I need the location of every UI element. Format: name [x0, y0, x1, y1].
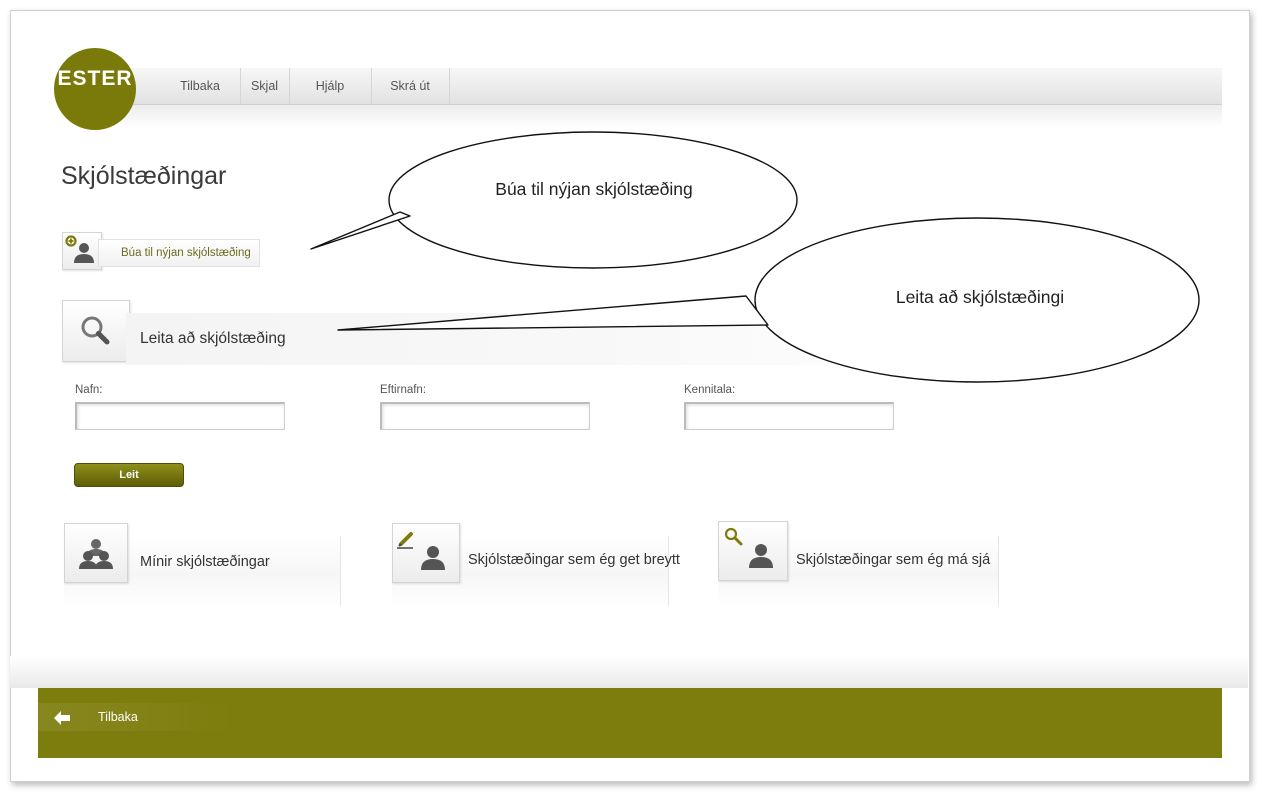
callout-tail-search: [337, 295, 769, 331]
callout-tail-create: [310, 211, 411, 250]
callout-search-text: Leita að skjólstæðingi: [895, 287, 1065, 307]
callout-create-text: Búa til nýjan skjólstæðing: [495, 179, 693, 199]
callout-overlay: [310, 131, 1200, 383]
callout-bubble-create: [388, 131, 798, 269]
